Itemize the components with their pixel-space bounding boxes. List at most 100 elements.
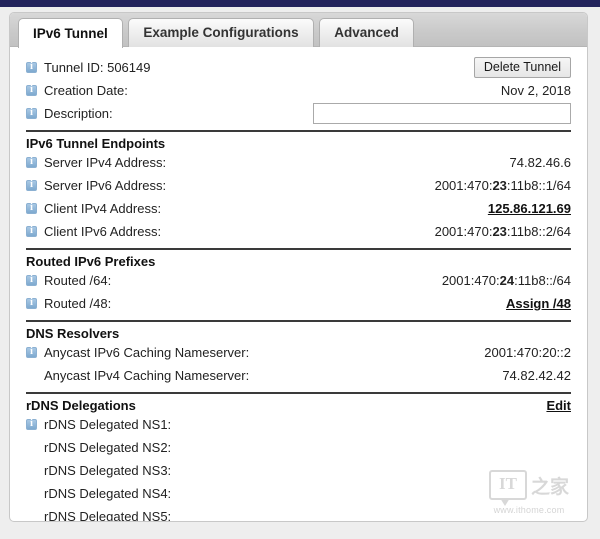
tab-advanced[interactable]: Advanced bbox=[319, 18, 414, 47]
anycast-ipv4-label-group: Anycast IPv4 Caching Nameserver: bbox=[26, 368, 249, 383]
client-ipv4-link[interactable]: 125.86.121.69 bbox=[488, 201, 571, 216]
section-header-dns: DNS Resolvers bbox=[26, 320, 571, 341]
delete-tunnel-button[interactable]: Delete Tunnel bbox=[473, 57, 571, 78]
info-icon[interactable] bbox=[26, 156, 37, 168]
client-ipv6-value: 2001:470:23:11b8::2/64 bbox=[435, 224, 571, 239]
value-prefix: 2001:470: bbox=[434, 178, 493, 193]
tab-ipv6-tunnel[interactable]: IPv6 Tunnel bbox=[18, 18, 123, 48]
client-ipv6-label: Client IPv6 Address: bbox=[44, 224, 162, 239]
client-ipv6-label-group: Client IPv6 Address: bbox=[26, 224, 161, 239]
info-icon[interactable] bbox=[26, 225, 37, 237]
creation-date-label: Creation Date: bbox=[44, 83, 128, 98]
rdns-ns1-label-group: rDNS Delegated NS1: bbox=[26, 417, 171, 432]
section-header-routed: Routed IPv6 Prefixes bbox=[26, 248, 571, 269]
rdns-ns3-label-group: rDNS Delegated NS3: bbox=[26, 463, 171, 478]
row-routed-64: Routed /64: 2001:470:24:11b8::/64 bbox=[26, 269, 571, 292]
routed-48-value-cell: Assign /48 bbox=[506, 296, 571, 311]
value-emphasis: 23 bbox=[492, 178, 507, 193]
icon-placeholder bbox=[26, 370, 37, 381]
creation-date-value: Nov 2, 2018 bbox=[500, 83, 571, 98]
value-suffix: :11b8::/64 bbox=[514, 273, 571, 288]
info-icon[interactable] bbox=[26, 202, 37, 214]
server-ipv6-label: Server IPv6 Address: bbox=[44, 178, 167, 193]
value-suffix: :11b8::2/64 bbox=[506, 224, 571, 239]
rdns-ns1-label: rDNS Delegated NS1: bbox=[44, 417, 172, 432]
row-routed-48: Routed /48: Assign /48 bbox=[26, 292, 571, 315]
icon-placeholder bbox=[26, 488, 37, 499]
anycast-ipv6-label-group: Anycast IPv6 Caching Nameserver: bbox=[26, 345, 249, 360]
info-icon[interactable] bbox=[26, 346, 37, 358]
value-emphasis: 23 bbox=[492, 224, 507, 239]
description-label: Description: bbox=[44, 106, 113, 121]
section-title: Routed IPv6 Prefixes bbox=[26, 254, 156, 269]
tunnel-id-label: Tunnel ID: 506149 bbox=[26, 60, 150, 75]
tunnel-id-text: Tunnel ID: 506149 bbox=[44, 60, 151, 75]
server-ipv4-label: Server IPv4 Address: bbox=[44, 155, 167, 170]
routed-64-label-group: Routed /64: bbox=[26, 273, 111, 288]
description-input-cell bbox=[313, 103, 571, 124]
value-suffix: :11b8::1/64 bbox=[506, 178, 571, 193]
delete-tunnel-cell: Delete Tunnel bbox=[473, 57, 571, 78]
row-anycast-ipv6: Anycast IPv6 Caching Nameserver: 2001:47… bbox=[26, 341, 571, 364]
row-rdns-ns3: rDNS Delegated NS3: bbox=[26, 459, 571, 482]
tab-bar: IPv6 Tunnel Example Configurations Advan… bbox=[10, 13, 587, 48]
rdns-edit-link[interactable]: Edit bbox=[546, 398, 571, 413]
rdns-ns5-label: rDNS Delegated NS5: bbox=[44, 509, 172, 522]
description-label-group: Description: bbox=[26, 106, 113, 121]
value-prefix: 2001:470: bbox=[434, 224, 493, 239]
section-title: rDNS Delegations bbox=[26, 398, 136, 413]
rdns-ns5-label-group: rDNS Delegated NS5: bbox=[26, 509, 172, 522]
rdns-ns4-label: rDNS Delegated NS4: bbox=[44, 486, 172, 501]
value-prefix: 2001:470: bbox=[441, 273, 500, 288]
row-client-ipv4: Client IPv4 Address: 125.86.121.69 bbox=[26, 197, 571, 220]
row-creation-date: Creation Date: Nov 2, 2018 bbox=[26, 79, 571, 102]
row-rdns-ns4: rDNS Delegated NS4: bbox=[26, 482, 571, 505]
info-icon[interactable] bbox=[26, 61, 37, 73]
info-icon[interactable] bbox=[26, 84, 37, 96]
section-header-rdns: rDNS Delegations Edit bbox=[26, 392, 571, 413]
section-header-endpoints: IPv6 Tunnel Endpoints bbox=[26, 130, 571, 151]
row-tunnel-id: Tunnel ID: 506149 Delete Tunnel bbox=[26, 56, 571, 79]
value-emphasis: 24 bbox=[499, 273, 515, 288]
routed-48-label: Routed /48: bbox=[44, 296, 112, 311]
tab-example-configurations[interactable]: Example Configurations bbox=[128, 18, 314, 47]
server-ipv4-label-group: Server IPv4 Address: bbox=[26, 155, 166, 170]
anycast-ipv6-label: Anycast IPv6 Caching Nameserver: bbox=[44, 345, 250, 360]
row-server-ipv4: Server IPv4 Address: 74.82.46.6 bbox=[26, 151, 571, 174]
server-ipv4-value: 74.82.46.6 bbox=[509, 155, 571, 170]
info-icon[interactable] bbox=[26, 418, 37, 430]
info-icon[interactable] bbox=[26, 107, 37, 119]
row-rdns-ns5: rDNS Delegated NS5: bbox=[26, 505, 571, 522]
assign-48-link[interactable]: Assign /48 bbox=[506, 296, 571, 311]
icon-placeholder bbox=[26, 511, 37, 521]
server-ipv6-value: 2001:470:23:11b8::1/64 bbox=[435, 178, 571, 193]
tunnel-details-panel: IPv6 Tunnel Example Configurations Advan… bbox=[9, 12, 588, 522]
panel-content: Tunnel ID: 506149 Delete Tunnel Creation… bbox=[10, 47, 587, 522]
row-rdns-ns2: rDNS Delegated NS2: bbox=[26, 436, 571, 459]
row-anycast-ipv4: Anycast IPv4 Caching Nameserver: 74.82.4… bbox=[26, 364, 571, 387]
info-icon[interactable] bbox=[26, 297, 37, 309]
row-client-ipv6: Client IPv6 Address: 2001:470:23:11b8::2… bbox=[26, 220, 571, 243]
client-ipv4-value-cell: 125.86.121.69 bbox=[488, 201, 571, 216]
routed-64-value: 2001:470:24:11b8::/64 bbox=[442, 273, 571, 288]
browser-chrome-strip bbox=[0, 0, 600, 7]
icon-placeholder bbox=[26, 465, 37, 476]
section-title: IPv6 Tunnel Endpoints bbox=[26, 136, 166, 151]
info-icon[interactable] bbox=[26, 274, 37, 286]
row-server-ipv6: Server IPv6 Address: 2001:470:23:11b8::1… bbox=[26, 174, 571, 197]
icon-placeholder bbox=[26, 442, 37, 453]
routed-48-label-group: Routed /48: bbox=[26, 296, 111, 311]
anycast-ipv6-value: 2001:470:20::2 bbox=[484, 345, 571, 360]
rdns-ns4-label-group: rDNS Delegated NS4: bbox=[26, 486, 171, 501]
creation-date-label-group: Creation Date: bbox=[26, 83, 128, 98]
server-ipv6-label-group: Server IPv6 Address: bbox=[26, 178, 166, 193]
page-background: IPv6 Tunnel Example Configurations Advan… bbox=[0, 7, 600, 539]
info-icon[interactable] bbox=[26, 179, 37, 191]
description-input[interactable] bbox=[313, 103, 571, 124]
section-title: DNS Resolvers bbox=[26, 326, 120, 341]
row-description: Description: bbox=[26, 102, 571, 125]
row-rdns-ns1: rDNS Delegated NS1: bbox=[26, 413, 571, 436]
client-ipv4-label: Client IPv4 Address: bbox=[44, 201, 162, 216]
anycast-ipv4-label: Anycast IPv4 Caching Nameserver: bbox=[44, 368, 250, 383]
rdns-ns2-label: rDNS Delegated NS2: bbox=[44, 440, 172, 455]
